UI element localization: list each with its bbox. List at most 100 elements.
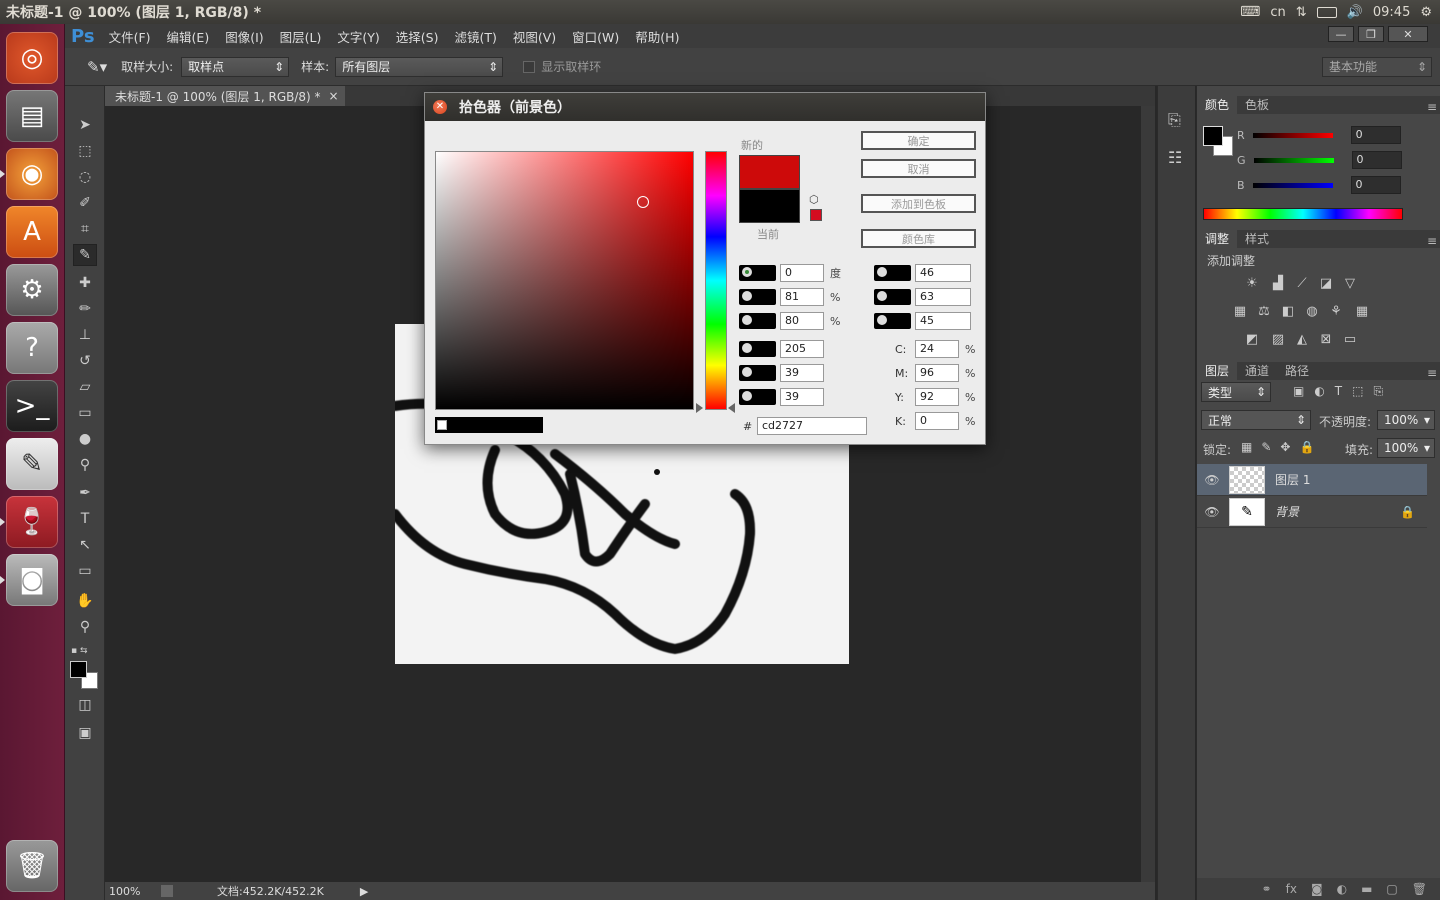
menu-help[interactable]: 帮助(H) — [635, 27, 679, 46]
tab-adjustments[interactable]: 调整 — [1197, 230, 1238, 248]
tab-color[interactable]: 颜色 — [1197, 96, 1238, 114]
cancel-button[interactable]: 取消 — [861, 159, 976, 178]
dodge-tool-icon[interactable]: ⚲ — [73, 454, 97, 476]
quick-select-tool-icon[interactable]: ✐ — [73, 192, 97, 214]
trash-icon[interactable]: 🗑 — [6, 840, 58, 892]
threshold-icon[interactable]: ◭ — [1293, 332, 1311, 348]
input-language[interactable]: cn — [1270, 5, 1285, 20]
saturation-radio[interactable] — [739, 289, 776, 305]
brightness-radio[interactable] — [739, 313, 776, 329]
tab-channels[interactable]: 通道 — [1237, 362, 1277, 380]
healing-brush-tool-icon[interactable]: ✚ — [73, 272, 97, 294]
restore-button[interactable]: ❐ — [1358, 26, 1384, 42]
properties-panel-icon[interactable]: ☷ — [1168, 148, 1182, 167]
brightness-icon[interactable]: ☀ — [1243, 276, 1261, 292]
minimize-button[interactable]: — — [1328, 26, 1354, 42]
color-libraries-button[interactable]: 颜色库 — [861, 229, 976, 248]
cyan-input[interactable]: 24 — [915, 340, 959, 358]
battery-icon[interactable] — [1316, 6, 1337, 18]
menu-layer[interactable]: 图层(L) — [280, 27, 322, 46]
saturation-input[interactable]: 81 — [780, 288, 824, 306]
blue-slider[interactable] — [1252, 182, 1333, 188]
opacity-field[interactable]: 100% ▾ — [1377, 410, 1435, 430]
layer-filter-select[interactable]: 类型 ⇕ — [1201, 382, 1271, 402]
show-ring-checkbox[interactable] — [523, 60, 536, 73]
terminal-icon[interactable]: >_ — [6, 380, 58, 432]
menu-image[interactable]: 图像(I) — [225, 27, 263, 46]
layer-row[interactable]: 👁 图层 1 — [1197, 464, 1427, 496]
history-panel-icon[interactable]: ⎘ — [1168, 110, 1181, 130]
close-tab-icon[interactable]: × — [329, 89, 339, 103]
lab-l-input[interactable]: 46 — [915, 264, 971, 282]
quick-mask-icon[interactable]: ◫ — [73, 694, 97, 716]
tab-paths[interactable]: 路径 — [1277, 362, 1317, 380]
panel-menu-icon[interactable]: ≡ — [1427, 234, 1437, 248]
hue-slider-handle-right[interactable] — [728, 403, 735, 413]
color-panel-foreground[interactable] — [1203, 126, 1223, 146]
only-web-colors-checkbox[interactable] — [437, 420, 447, 430]
eyedropper-tool-icon[interactable]: ✎ — [73, 244, 97, 266]
green-radio[interactable] — [739, 365, 776, 381]
delete-layer-icon[interactable]: 🗑 — [1412, 882, 1427, 896]
hue-slider-handle-left[interactable] — [696, 403, 703, 413]
channel-mixer-icon[interactable]: ⚘ — [1327, 304, 1345, 320]
menu-file[interactable]: 文件(F) — [109, 27, 151, 46]
type-tool-icon[interactable]: T — [73, 508, 97, 530]
blur-tool-icon[interactable]: ● — [73, 428, 97, 450]
move-tool-icon[interactable]: ➤ — [73, 114, 97, 136]
tab-layers[interactable]: 图层 — [1197, 362, 1238, 380]
selective-color-icon[interactable]: ⊠ — [1317, 332, 1335, 348]
screen-mode-icon[interactable]: ▣ — [73, 722, 97, 744]
hex-input[interactable]: cd2727 — [757, 417, 867, 435]
panel-menu-icon[interactable]: ≡ — [1427, 366, 1437, 380]
yellow-input[interactable]: 92 — [915, 388, 959, 406]
wine-icon[interactable]: 🍷 — [0, 496, 58, 548]
volume-icon[interactable]: 🔊 — [1347, 5, 1363, 20]
sample-size-select[interactable]: 取样点 ⇕ — [181, 56, 290, 77]
status-menu-arrow-icon[interactable]: ▶ — [360, 885, 368, 898]
brightness-input[interactable]: 80 — [780, 312, 824, 330]
hue-input[interactable]: 0 — [780, 264, 824, 282]
red-value[interactable]: 0 — [1350, 126, 1401, 144]
web-colors-swatch[interactable] — [435, 417, 543, 433]
exposure-icon[interactable]: ◪ — [1317, 276, 1335, 292]
system-settings-icon[interactable]: ⚙ — [6, 264, 58, 316]
firefox-icon[interactable]: ◉ — [0, 148, 58, 200]
eye-icon[interactable]: 👁 — [1197, 473, 1227, 487]
color-field-cursor[interactable] — [637, 196, 649, 208]
text-editor-icon[interactable]: ✎ — [6, 438, 58, 490]
levels-icon[interactable]: ▟ — [1269, 276, 1287, 292]
magenta-input[interactable]: 96 — [915, 364, 959, 382]
add-to-swatches-button[interactable]: 添加到色板 — [861, 194, 976, 213]
new-layer-icon[interactable]: ▢ — [1386, 882, 1397, 896]
color-spectrum-bar[interactable] — [1203, 208, 1403, 220]
color-balance-icon[interactable]: ⚖ — [1255, 304, 1273, 320]
current-color-swatch[interactable] — [739, 189, 800, 223]
lab-l-radio[interactable] — [874, 265, 911, 281]
lasso-tool-icon[interactable]: ◌ — [73, 166, 97, 188]
rectangle-tool-icon[interactable]: ▭ — [73, 560, 97, 582]
menu-edit[interactable]: 编辑(E) — [167, 27, 210, 46]
software-center-icon[interactable]: A — [6, 206, 58, 258]
lab-b-input[interactable]: 45 — [915, 312, 971, 330]
gear-icon[interactable]: ⚙ — [1420, 5, 1432, 20]
eyedropper-tool-icon[interactable]: ✎▾ — [87, 58, 107, 76]
green-slider[interactable] — [1253, 157, 1334, 163]
hue-radio[interactable] — [739, 265, 776, 281]
gradient-tool-icon[interactable]: ▭ — [73, 402, 97, 424]
posterize-icon[interactable]: ▨ — [1269, 332, 1287, 348]
add-mask-icon[interactable]: ◙ — [1311, 882, 1323, 896]
color-field[interactable] — [435, 151, 694, 410]
brush-tool-icon[interactable]: ✏ — [73, 298, 97, 320]
history-brush-tool-icon[interactable]: ↺ — [73, 350, 97, 372]
network-icon[interactable]: ⇅ — [1296, 5, 1307, 20]
menu-window[interactable]: 窗口(W) — [572, 27, 619, 46]
path-select-tool-icon[interactable]: ↖ — [73, 534, 97, 556]
camera-icon[interactable]: ◙ — [0, 554, 58, 606]
invert-icon[interactable]: ◩ — [1243, 332, 1261, 348]
close-button[interactable]: ✕ — [1388, 26, 1428, 42]
blue-value[interactable]: 0 — [1350, 176, 1401, 194]
tab-swatches[interactable]: 色板 — [1237, 96, 1277, 114]
lab-a-radio[interactable] — [874, 289, 911, 305]
blue-radio[interactable] — [739, 389, 776, 405]
